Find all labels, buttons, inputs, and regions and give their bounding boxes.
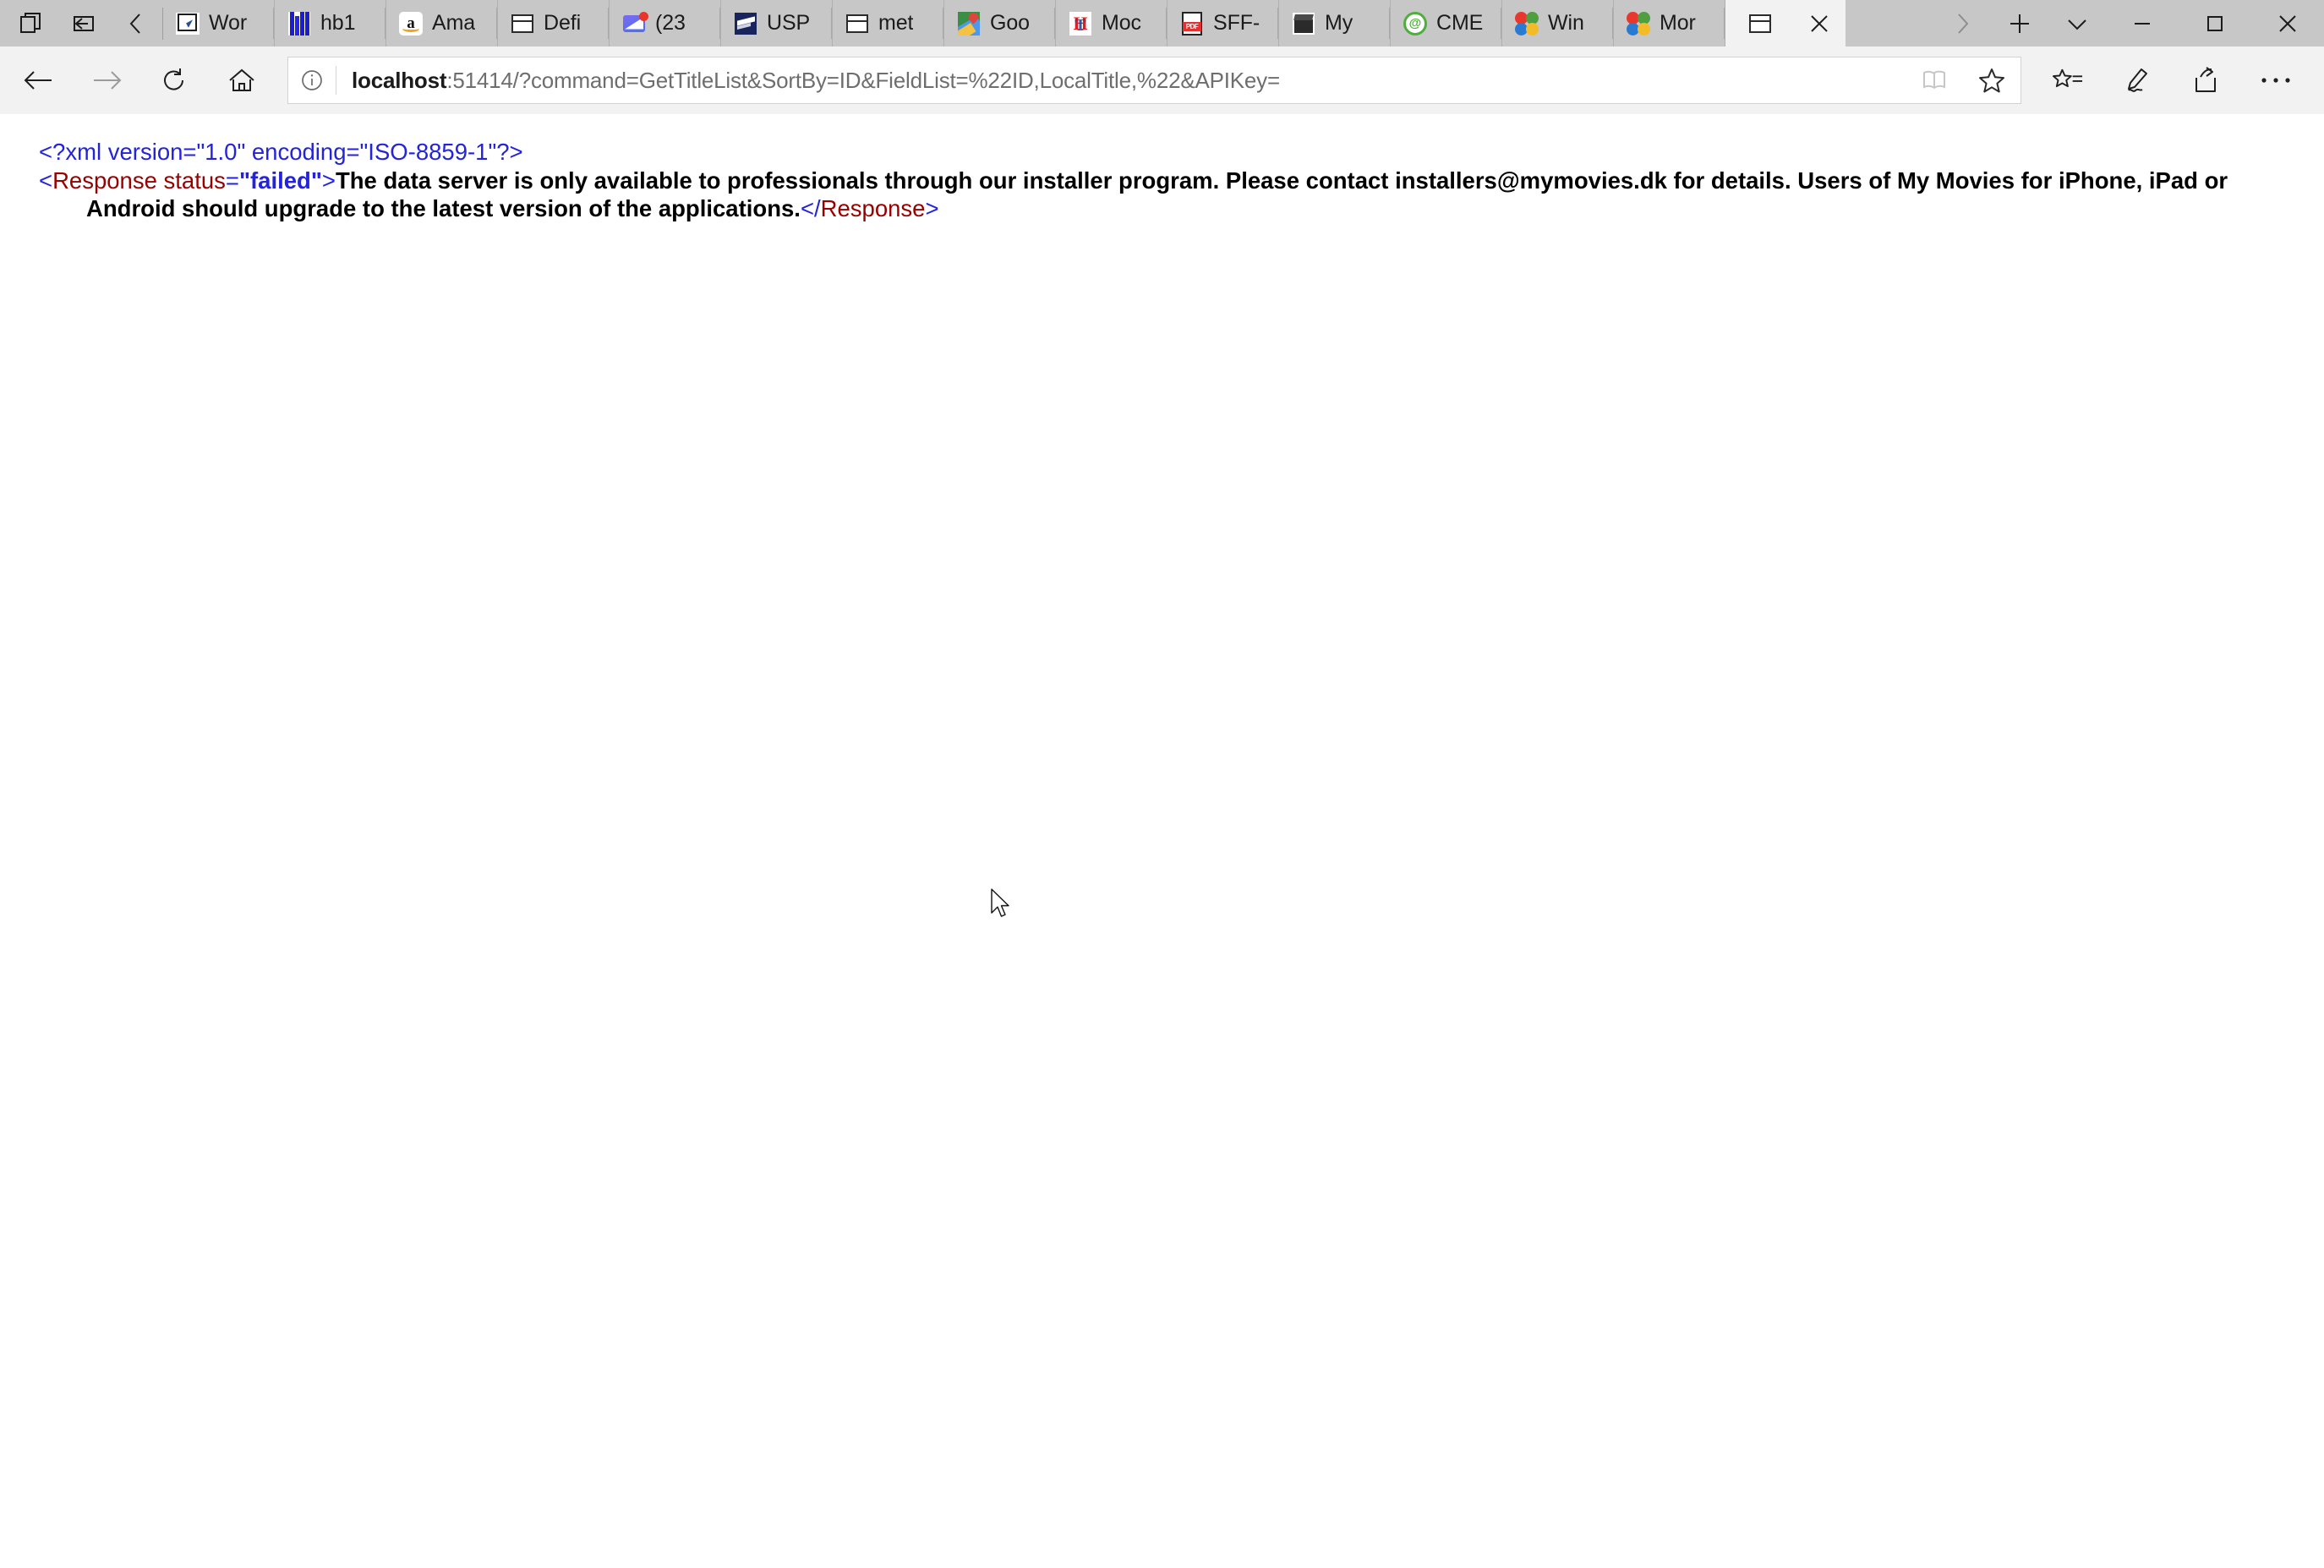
closing-tag-close: > [925, 195, 939, 221]
minimize-button[interactable] [2106, 0, 2179, 46]
refresh-button[interactable] [140, 51, 208, 110]
reading-view-button[interactable] [1906, 57, 1963, 103]
tab-title: hb1 [320, 11, 356, 35]
address-bar-url[interactable]: localhost:51414/?command=GetTitleList&So… [336, 68, 1906, 94]
tab-list-button[interactable] [2048, 0, 2106, 46]
tag-close-bracket: > [321, 167, 336, 194]
tab-title: Ama [432, 11, 476, 35]
tag-name: Response [52, 167, 157, 194]
tab-title: My [1325, 11, 1353, 35]
tab-cme[interactable]: @ CME [1391, 0, 1502, 46]
closing-tag-name: Response [820, 195, 926, 221]
browser-window: Wor hb1 a Ama Defi (23 USP met Goo H T M… [0, 0, 2324, 1568]
tab-title: USP [767, 11, 811, 35]
tab-my[interactable]: My [1279, 0, 1391, 46]
close-tab-button[interactable] [1805, 9, 1834, 38]
tab-title: SFF- [1213, 11, 1260, 35]
favorite-star-button[interactable] [1963, 57, 2021, 103]
new-tab-button[interactable] [1991, 0, 2048, 46]
browser-toolbar: localhost:51414/?command=GetTitleList&So… [0, 46, 2324, 114]
xml-response-node: <Response status="failed">The data serve… [39, 167, 2228, 222]
tab-defi[interactable]: Defi [498, 0, 610, 46]
home-button[interactable] [208, 51, 276, 110]
attr-space [157, 167, 164, 194]
url-path: :51414/?command=GetTitleList&SortBy=ID&F… [446, 67, 1280, 93]
pdf-document-icon [1179, 11, 1205, 36]
tab-goo[interactable]: Goo [944, 0, 1056, 46]
tab-mail[interactable]: (23 [610, 0, 721, 46]
page-content: <?xml version="1.0" encoding="ISO-8859-1… [0, 114, 2324, 1568]
toolbar-actions [2033, 51, 2310, 110]
share-icon[interactable] [2172, 51, 2241, 110]
tab-strip: Wor hb1 a Ama Defi (23 USP met Goo H T M… [0, 0, 2324, 46]
tab-strip-left-controls [0, 0, 163, 46]
set-tabs-aside-button[interactable] [57, 0, 110, 46]
tab-preview-button[interactable] [5, 0, 57, 46]
generic-page-icon [845, 11, 870, 36]
site-info-icon[interactable] [288, 68, 336, 93]
google-maps-icon [956, 11, 982, 36]
url-host: localhost [352, 67, 447, 93]
tabs-you-set-aside-button[interactable] [110, 0, 162, 46]
tab-moc[interactable]: HT Moc [1056, 0, 1167, 46]
amazon-icon: a [398, 11, 424, 36]
attribute-value-failed: "failed" [238, 167, 322, 194]
tab-strip-right-controls [1933, 0, 2324, 46]
tab-title: Defi [544, 11, 582, 35]
generic-page-icon [510, 11, 535, 36]
clapperboard-icon [1291, 11, 1316, 36]
hb1-bars-icon [287, 11, 312, 36]
tab-usp[interactable]: USP [721, 0, 833, 46]
tab-win[interactable]: Win [1502, 0, 1614, 46]
closing-tag-open: </ [800, 195, 821, 221]
maximize-button[interactable] [2179, 0, 2251, 46]
tab-title: Wor [209, 11, 248, 35]
tab-mor[interactable]: Mor [1614, 0, 1725, 46]
tag-open-bracket: < [39, 167, 53, 194]
tab-active-xml-response[interactable] [1725, 0, 1846, 46]
xml-tree-view: <?xml version="1.0" encoding="ISO-8859-1… [0, 114, 2324, 222]
hub-star-list-icon[interactable] [2033, 51, 2103, 110]
tab-wor[interactable]: Wor [163, 0, 275, 46]
pen-note-icon[interactable] [2103, 51, 2172, 110]
forward-button[interactable] [73, 51, 140, 110]
response-message-text: The data server is only available to pro… [86, 167, 2228, 221]
attribute-name-status: status [163, 167, 226, 194]
xml-declaration: <?xml version="1.0" encoding="ISO-8859-1… [39, 139, 523, 165]
tab-list: Wor hb1 a Ama Defi (23 USP met Goo H T M… [163, 0, 1933, 46]
ellipsis-icon[interactable] [2241, 51, 2310, 110]
tab-hb1[interactable]: hb1 [275, 0, 386, 46]
address-bar-actions [1906, 57, 2021, 103]
word-document-icon [175, 11, 200, 36]
close-window-button[interactable] [2251, 0, 2324, 46]
tab-title: met [878, 11, 914, 35]
generic-page-icon [1747, 11, 1773, 36]
tab-met[interactable]: met [833, 0, 944, 46]
cme-chameleon-icon: @ [1403, 11, 1428, 36]
scroll-tabs-right-button[interactable] [1933, 0, 1991, 46]
tab-title: Goo [990, 11, 1030, 35]
attribute-equals: = [225, 167, 239, 194]
ht-logo-icon: HT [1068, 11, 1093, 36]
address-bar[interactable]: localhost:51414/?command=GetTitleList&So… [287, 57, 2021, 104]
tab-ama[interactable]: a Ama [386, 0, 498, 46]
tab-title: Moc [1102, 11, 1141, 35]
window-controls [2106, 0, 2324, 46]
tab-title: Mor [1660, 11, 1696, 35]
tab-title: (23 [655, 11, 686, 35]
tab-title: CME [1436, 11, 1484, 35]
tab-sff[interactable]: SFF- [1167, 0, 1279, 46]
xml-declaration-line: <?xml version="1.0" encoding="ISO-8859-1… [39, 138, 2290, 166]
windows-flower-icon [1514, 11, 1539, 36]
tab-title: Win [1548, 11, 1584, 35]
usps-icon [733, 11, 758, 36]
mouse-cursor [991, 888, 1013, 922]
mail-unread-icon [621, 11, 648, 36]
back-button[interactable] [5, 51, 73, 110]
windows-flower-icon [1626, 11, 1651, 36]
